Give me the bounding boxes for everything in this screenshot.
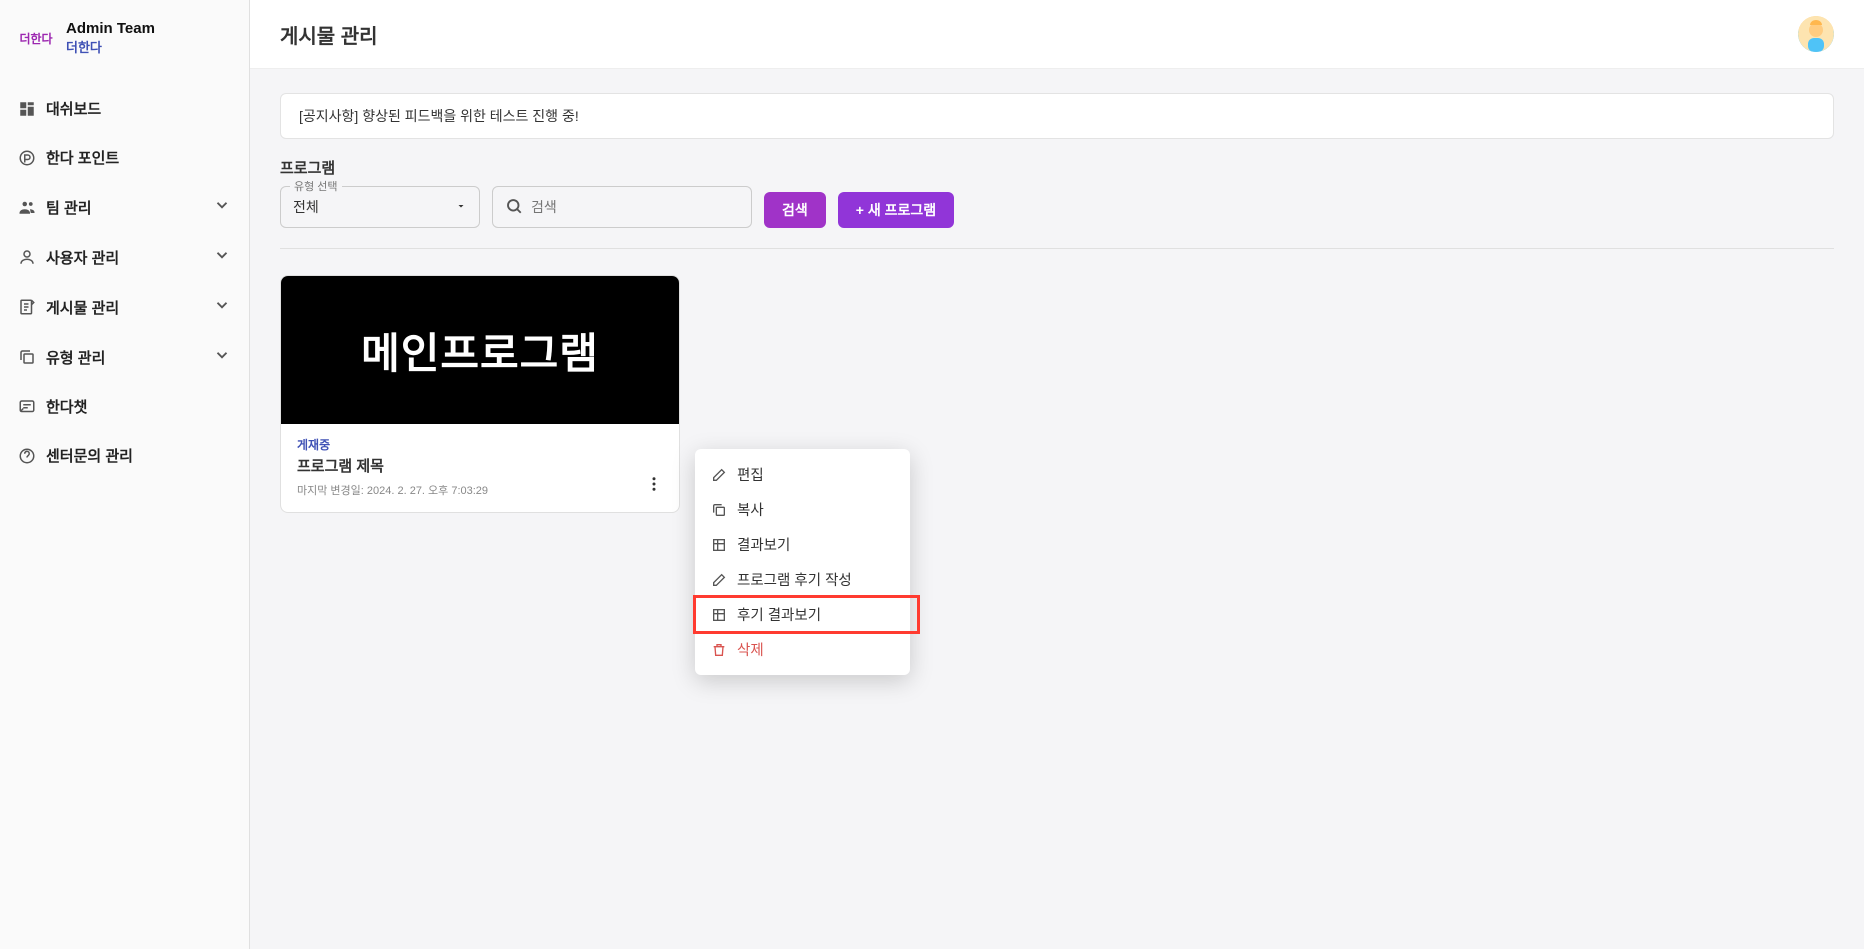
sidebar-item-label: 한다 포인트 — [46, 147, 231, 168]
sidebar-item-label: 한다챗 — [46, 396, 231, 417]
menu-item-write-review[interactable]: 프로그램 후기 작성 — [695, 562, 910, 597]
type-select-value: 전체 — [293, 197, 319, 217]
sidebar-item-label: 팀 관리 — [46, 197, 213, 218]
program-card[interactable]: 메인프로그램 게재중 프로그램 제목 마지막 변경일: 2024. 2. 27.… — [280, 275, 680, 513]
cards-container: 메인프로그램 게재중 프로그램 제목 마지막 변경일: 2024. 2. 27.… — [280, 249, 1834, 513]
coin-icon — [18, 149, 46, 167]
menu-item-delete[interactable]: 삭제 — [695, 632, 910, 667]
chevron-down-icon — [213, 346, 231, 368]
person-icon — [18, 248, 46, 266]
table-icon — [711, 536, 727, 554]
sidebar-item-label: 사용자 관리 — [46, 247, 213, 268]
search-icon — [505, 197, 523, 218]
new-program-button[interactable]: + 새 프로그램 — [838, 192, 954, 228]
edit-icon — [711, 571, 727, 589]
main: 게시물 관리 [공지사항] 향상된 피드백을 위한 테스트 진행 중! 프로그램… — [250, 0, 1864, 949]
menu-item-label: 편집 — [737, 464, 764, 485]
sidebar-item-label: 유형 관리 — [46, 347, 213, 368]
dashboard-icon — [18, 100, 46, 118]
search-input[interactable] — [531, 199, 739, 215]
menu-item-review-results[interactable]: 후기 결과보기 — [695, 597, 918, 632]
card-body: 게재중 프로그램 제목 마지막 변경일: 2024. 2. 27. 오후 7:0… — [281, 424, 679, 512]
brand-bottom: 더한다 — [66, 37, 155, 56]
edit-icon — [711, 466, 727, 484]
trash-icon — [711, 641, 727, 659]
sidebar-item-chat[interactable]: 한다챗 — [0, 382, 249, 431]
chevron-down-icon — [213, 296, 231, 318]
menu-item-label: 후기 결과보기 — [737, 604, 821, 625]
sidebar-item-users[interactable]: 사용자 관리 — [0, 232, 249, 282]
section-label: 프로그램 — [280, 157, 1834, 178]
help-icon — [18, 447, 46, 465]
caret-down-icon — [455, 199, 467, 215]
menu-item-edit[interactable]: 편집 — [695, 457, 910, 492]
menu-item-label: 삭제 — [737, 639, 764, 660]
table-icon — [711, 606, 727, 624]
card-title: 프로그램 제목 — [297, 455, 663, 476]
menu-item-label: 결과보기 — [737, 534, 790, 555]
menu-item-results[interactable]: 결과보기 — [695, 527, 910, 562]
sidebar-header: 더한다 Admin Team 더한다 — [0, 0, 249, 76]
menu-item-copy[interactable]: 복사 — [695, 492, 910, 527]
card-meta: 마지막 변경일: 2024. 2. 27. 오후 7:03:29 — [297, 482, 663, 498]
sidebar: 더한다 Admin Team 더한다 대쉬보드 한다 포인트 팀 관리 — [0, 0, 250, 949]
sidebar-item-points[interactable]: 한다 포인트 — [0, 133, 249, 182]
sidebar-item-label: 게시물 관리 — [46, 297, 213, 318]
content: [공지사항] 향상된 피드백을 위한 테스트 진행 중! 프로그램 유형 선택 … — [250, 69, 1864, 949]
card-more-button[interactable] — [641, 471, 667, 500]
page-title: 게시물 관리 — [280, 20, 378, 49]
card-status: 게재중 — [297, 436, 663, 453]
sidebar-item-inquiry[interactable]: 센터문의 관리 — [0, 431, 249, 480]
menu-item-label: 프로그램 후기 작성 — [737, 569, 852, 590]
avatar[interactable] — [1798, 16, 1834, 52]
menu-item-label: 복사 — [737, 499, 764, 520]
type-select-float-label: 유형 선택 — [290, 178, 342, 194]
chat-icon — [18, 398, 46, 416]
copy-icon — [18, 348, 46, 366]
post-icon — [18, 298, 46, 316]
sidebar-nav: 대쉬보드 한다 포인트 팀 관리 사용자 관리 게시물 관리 — [0, 76, 249, 480]
people-icon — [18, 198, 46, 216]
sidebar-item-label: 대쉬보드 — [46, 98, 231, 119]
type-select-wrap: 유형 선택 전체 — [280, 186, 480, 228]
notice-banner: [공지사항] 향상된 피드백을 위한 테스트 진행 중! — [280, 93, 1834, 139]
logo: 더한다 — [18, 26, 54, 50]
context-menu: 편집 복사 결과보기 프로그램 후기 작성 — [695, 449, 910, 675]
sidebar-item-teams[interactable]: 팀 관리 — [0, 182, 249, 232]
chevron-down-icon — [213, 246, 231, 268]
brand-top: Admin Team — [66, 20, 155, 37]
search-button[interactable]: 검색 — [764, 192, 826, 228]
brand: Admin Team 더한다 — [66, 20, 155, 56]
filters: 유형 선택 전체 검색 + 새 프로그램 — [280, 186, 1834, 249]
chevron-down-icon — [213, 196, 231, 218]
sidebar-item-posts[interactable]: 게시물 관리 — [0, 282, 249, 332]
sidebar-item-label: 센터문의 관리 — [46, 445, 231, 466]
copy-icon — [711, 501, 727, 519]
topbar: 게시물 관리 — [250, 0, 1864, 69]
sidebar-item-types[interactable]: 유형 관리 — [0, 332, 249, 382]
sidebar-item-dashboard[interactable]: 대쉬보드 — [0, 84, 249, 133]
search-wrap — [492, 186, 752, 228]
card-image: 메인프로그램 — [281, 276, 679, 424]
